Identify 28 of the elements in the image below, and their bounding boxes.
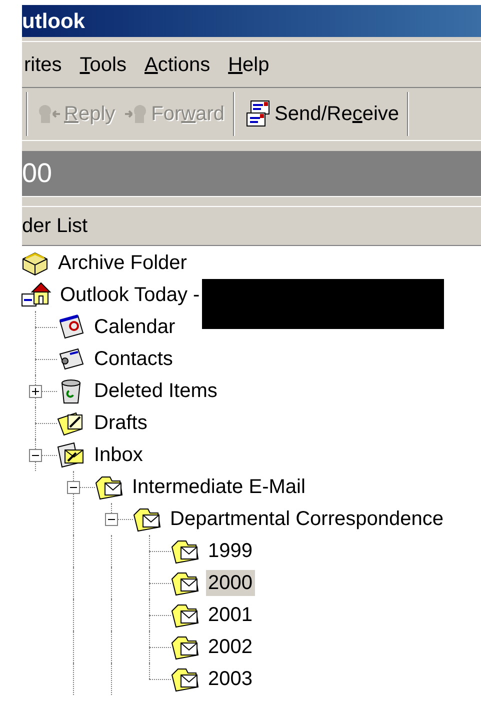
folder-item[interactable]: 1999	[206, 538, 254, 564]
menu-item[interactable]: Actions	[142, 50, 212, 80]
folder-item[interactable]: Contacts	[92, 346, 175, 372]
folder-item[interactable]: Inbox	[92, 442, 145, 468]
folder-item[interactable]: Deleted Items	[92, 378, 220, 404]
menu-item[interactable]: Help	[226, 50, 272, 80]
expand-toggle[interactable]	[29, 385, 42, 398]
menu-item[interactable]: rites	[22, 50, 64, 80]
folder-item[interactable]: Calendar	[92, 314, 178, 340]
pane-title: der List	[22, 214, 88, 239]
person-arrow-icon	[36, 102, 62, 126]
collapse-toggle[interactable]	[67, 481, 80, 494]
folder-item[interactable]: 2002	[206, 634, 254, 660]
folder-item[interactable]: Departmental Correspondence	[168, 506, 446, 532]
folder-item[interactable]: Outlook Today -	[58, 282, 202, 308]
folder-name: 00	[22, 160, 52, 187]
folder-item[interactable]: Drafts	[92, 410, 150, 436]
menu-item[interactable]: Tools	[78, 50, 128, 80]
inbox-icon	[56, 441, 86, 469]
folder-item[interactable]: Intermediate E-Mail	[130, 474, 308, 500]
window-title: utlook	[22, 10, 85, 32]
send-receive-button[interactable]: Send/Receive	[238, 94, 404, 134]
folder-item[interactable]: Archive Folder	[56, 250, 189, 276]
folder-item[interactable]: 2000	[206, 570, 254, 596]
folder-item[interactable]: 2001	[206, 602, 254, 628]
folder-item[interactable]: 2003	[206, 666, 254, 692]
collapse-toggle[interactable]	[105, 513, 118, 526]
collapse-toggle[interactable]	[29, 449, 42, 462]
